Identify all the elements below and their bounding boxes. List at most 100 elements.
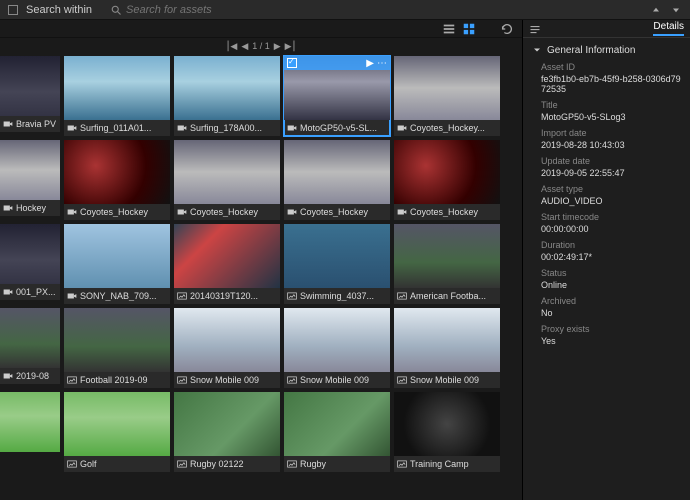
asset-caption: Snow Mobile 009 bbox=[284, 372, 390, 388]
view-grid-icon[interactable] bbox=[462, 22, 476, 36]
pager-next-icon[interactable]: ▶ bbox=[274, 41, 281, 52]
asset-caption: Coyotes_Hockey... bbox=[394, 120, 500, 136]
asset-tile[interactable]: Coyotes_Hockey bbox=[284, 140, 390, 220]
asset-tile[interactable]: Bravia PV bbox=[0, 56, 60, 136]
asset-thumbnail[interactable] bbox=[64, 308, 170, 372]
asset-caption: Snow Mobile 009 bbox=[394, 372, 500, 388]
pager-last-icon[interactable]: ▶⎮ bbox=[285, 41, 297, 52]
update-date-label: Update date bbox=[541, 156, 682, 166]
asset-tile[interactable]: Coyotes_Hockey bbox=[174, 140, 280, 220]
asset-thumbnail[interactable] bbox=[394, 140, 500, 204]
asset-tile[interactable]: Coyotes_Hockey... bbox=[394, 56, 500, 136]
more-icon[interactable]: ⋯ bbox=[377, 58, 387, 69]
asset-thumbnail[interactable] bbox=[0, 392, 60, 452]
asset-tile[interactable]: Snow Mobile 009 bbox=[284, 308, 390, 388]
video-clip-icon bbox=[67, 208, 77, 216]
asset-thumbnail[interactable] bbox=[64, 140, 170, 204]
asset-tile[interactable]: Surfing_011A01... bbox=[64, 56, 170, 136]
asset-tile[interactable]: Training Camp bbox=[394, 392, 500, 472]
asset-tile[interactable]: Rugby 02122 bbox=[174, 392, 280, 472]
asset-thumbnail[interactable] bbox=[394, 56, 500, 120]
title-label: Title bbox=[541, 100, 682, 110]
asset-name: Golf bbox=[80, 459, 97, 469]
asset-thumbnail[interactable] bbox=[394, 224, 500, 288]
asset-thumbnail[interactable] bbox=[284, 308, 390, 372]
asset-tile[interactable]: Swimming_4037... bbox=[284, 224, 390, 304]
asset-caption: Coyotes_Hockey bbox=[284, 204, 390, 220]
asset-tile[interactable]: 2019-08 bbox=[0, 308, 60, 388]
asset-tile[interactable]: 20140319T120... bbox=[174, 224, 280, 304]
import-date-value: 2019-08-28 10:43:03 bbox=[541, 140, 682, 150]
asset-thumbnail[interactable] bbox=[394, 392, 500, 456]
tab-details[interactable]: Details bbox=[653, 21, 684, 36]
play-icon[interactable]: ▶ bbox=[366, 58, 374, 69]
search-within-label: Search within bbox=[26, 4, 92, 16]
asset-id-label: Asset ID bbox=[541, 62, 682, 72]
section-general-header[interactable]: General Information bbox=[523, 38, 690, 62]
asset-thumbnail[interactable] bbox=[174, 140, 280, 204]
search-field[interactable] bbox=[110, 4, 642, 16]
search-input[interactable] bbox=[126, 4, 306, 16]
asset-thumbnail[interactable] bbox=[284, 140, 390, 204]
video-clip-icon bbox=[3, 288, 13, 296]
asset-tile[interactable]: 001_PX... bbox=[0, 224, 60, 304]
pager-first-icon[interactable]: ⎮◀ bbox=[226, 41, 238, 52]
general-fields: Asset IDfe3fb1b0-eb7b-45f9-b258-0306d797… bbox=[523, 62, 690, 354]
duration-value: 00:02:49:17* bbox=[541, 252, 682, 262]
asset-thumbnail[interactable] bbox=[0, 308, 60, 368]
image-icon bbox=[177, 292, 187, 300]
search-within-checkbox[interactable] bbox=[8, 5, 18, 15]
asset-tile[interactable]: Coyotes_Hockey bbox=[64, 140, 170, 220]
asset-thumbnail[interactable] bbox=[64, 392, 170, 456]
view-list-icon[interactable] bbox=[442, 22, 456, 36]
asset-name: American Footba... bbox=[410, 291, 486, 301]
asset-thumbnail[interactable]: ▶⋯ bbox=[284, 56, 390, 120]
asset-tile[interactable]: Coyotes_Hockey bbox=[394, 140, 500, 220]
selected-check-icon[interactable] bbox=[287, 58, 297, 68]
asset-thumbnail[interactable] bbox=[64, 56, 170, 120]
sort-asc-icon[interactable] bbox=[650, 4, 662, 16]
asset-tile[interactable]: Surfing_178A00... bbox=[174, 56, 280, 136]
start-tc-label: Start timecode bbox=[541, 212, 682, 222]
thumbnail-grid: Bravia PVSurfing_011A01...Surfing_178A00… bbox=[0, 54, 522, 500]
asset-tile[interactable]: Rugby bbox=[284, 392, 390, 472]
asset-tile[interactable]: Golf bbox=[64, 392, 170, 472]
asset-tile[interactable]: SONY_NAB_709... bbox=[64, 224, 170, 304]
asset-caption: Rugby 02122 bbox=[174, 456, 280, 472]
asset-thumbnail[interactable] bbox=[0, 140, 60, 200]
asset-tile[interactable]: Hockey bbox=[0, 140, 60, 220]
asset-name: Football 2019-09 bbox=[80, 375, 148, 385]
asset-thumbnail[interactable] bbox=[284, 224, 390, 288]
video-clip-icon bbox=[287, 208, 297, 216]
video-clip-icon bbox=[177, 124, 187, 132]
asset-tile[interactable]: Snow Mobile 009 bbox=[394, 308, 500, 388]
asset-thumbnail[interactable] bbox=[0, 56, 60, 116]
asset-thumbnail[interactable] bbox=[174, 56, 280, 120]
asset-caption: 001_PX... bbox=[0, 284, 60, 300]
refresh-icon[interactable] bbox=[500, 22, 514, 36]
asset-thumbnail[interactable] bbox=[284, 392, 390, 456]
pager-prev-icon[interactable]: ◀ bbox=[241, 41, 248, 52]
sort-desc-icon[interactable] bbox=[670, 4, 682, 16]
asset-thumbnail[interactable] bbox=[0, 224, 60, 284]
asset-tile[interactable]: American Footba... bbox=[394, 224, 500, 304]
asset-thumbnail[interactable] bbox=[174, 224, 280, 288]
title-value: MotoGP50-v5-SLog3 bbox=[541, 112, 682, 122]
asset-thumbnail[interactable] bbox=[394, 308, 500, 372]
asset-type-label: Asset type bbox=[541, 184, 682, 194]
asset-tile[interactable] bbox=[0, 392, 60, 472]
asset-thumbnail[interactable] bbox=[64, 224, 170, 288]
search-icon bbox=[110, 4, 122, 16]
asset-thumbnail[interactable] bbox=[174, 392, 280, 456]
pager-text: 1 / 1 bbox=[252, 41, 270, 51]
asset-tile[interactable]: ▶⋯MotoGP50-v5-SL... bbox=[284, 56, 390, 136]
panel-list-icon[interactable] bbox=[529, 23, 541, 35]
duration-label: Duration bbox=[541, 240, 682, 250]
asset-thumbnail[interactable] bbox=[174, 308, 280, 372]
asset-caption: MotoGP50-v5-SL... bbox=[284, 120, 390, 136]
asset-caption: 2019-08 bbox=[0, 368, 60, 384]
asset-tile[interactable]: Snow Mobile 009 bbox=[174, 308, 280, 388]
asset-tile[interactable]: Football 2019-09 bbox=[64, 308, 170, 388]
asset-name: Coyotes_Hockey bbox=[300, 207, 368, 217]
panel-tabs: Details bbox=[523, 20, 690, 38]
